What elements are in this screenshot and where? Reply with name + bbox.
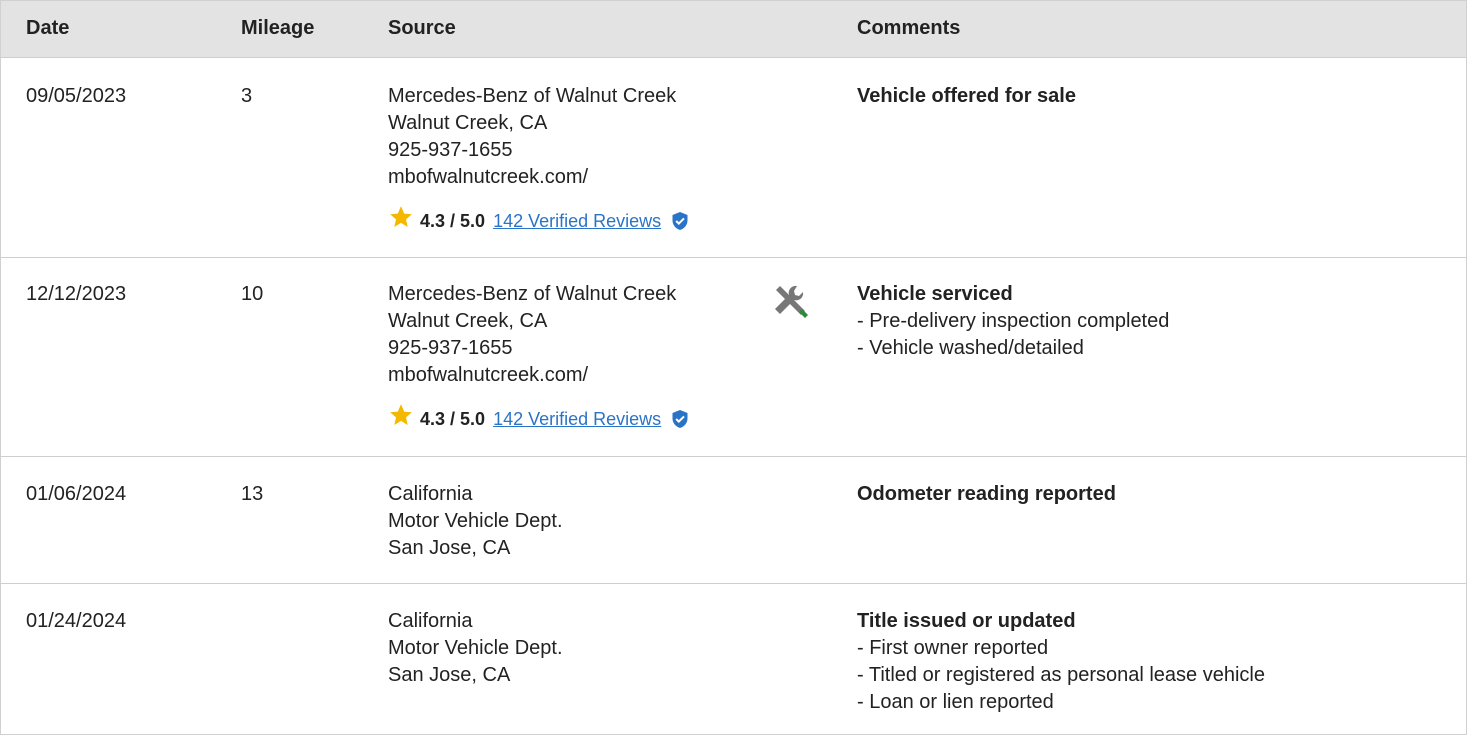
dealer-rating: 4.3 / 5.0 142 Verified Reviews	[388, 204, 689, 238]
row-date: 01/06/2024	[26, 483, 127, 505]
comment-title: Title issued or updated	[857, 610, 1076, 632]
vehicle-history-table: Date Mileage Source Comments 09/05/2023 …	[0, 0, 1467, 735]
comment-title: Vehicle serviced	[857, 283, 1013, 305]
row-source: California Motor Vehicle Dept. San Jose,…	[388, 481, 563, 562]
row-date: 12/12/2023	[26, 283, 127, 305]
source-department: Motor Vehicle Dept.	[388, 637, 563, 659]
star-icon	[388, 204, 414, 238]
header-source: Source	[388, 17, 456, 39]
source-phone: 925-937-1655	[388, 139, 513, 161]
source-location: San Jose, CA	[388, 664, 511, 686]
table-row: 12/12/2023 10 Mercedes-Benz of Walnut Cr…	[1, 258, 1466, 457]
row-source: Mercedes-Benz of Walnut Creek Walnut Cre…	[388, 83, 748, 233]
row-mileage: 10	[241, 283, 264, 305]
row-comments: Odometer reading reported	[857, 481, 1116, 508]
row-mileage: 13	[241, 483, 264, 505]
comment-item: - Pre-delivery inspection completed	[857, 310, 1170, 332]
header-date: Date	[26, 17, 70, 39]
star-icon	[388, 402, 414, 436]
source-name: California	[388, 610, 473, 632]
source-location: Walnut Creek, CA	[388, 112, 548, 134]
service-tools-icon	[771, 282, 813, 329]
comment-item: - Vehicle washed/detailed	[857, 337, 1084, 359]
dealer-rating: 4.3 / 5.0 142 Verified Reviews	[388, 402, 689, 436]
source-location: San Jose, CA	[388, 537, 511, 559]
comment-title: Odometer reading reported	[857, 483, 1116, 505]
comment-item: - Loan or lien reported	[857, 691, 1054, 713]
row-source: Mercedes-Benz of Walnut Creek Walnut Cre…	[388, 281, 748, 431]
row-date: 01/24/2024	[26, 610, 127, 632]
source-name: Mercedes-Benz of Walnut Creek	[388, 283, 677, 305]
row-source: California Motor Vehicle Dept. San Jose,…	[388, 608, 563, 689]
verified-reviews-link[interactable]: 142 Verified Reviews	[493, 208, 661, 235]
comment-item: - First owner reported	[857, 637, 1049, 659]
row-date: 09/05/2023	[26, 85, 127, 107]
row-comments: Vehicle offered for sale	[857, 83, 1076, 110]
verified-shield-icon	[671, 211, 689, 231]
table-row: 01/24/2024 California Motor Vehicle Dept…	[1, 584, 1466, 736]
source-location: Walnut Creek, CA	[388, 310, 548, 332]
table-row: 09/05/2023 3 Mercedes-Benz of Walnut Cre…	[1, 58, 1466, 258]
source-website: mbofwalnutcreek.com/	[388, 166, 589, 188]
source-name: Mercedes-Benz of Walnut Creek	[388, 85, 677, 107]
verified-reviews-link[interactable]: 142 Verified Reviews	[493, 406, 661, 433]
comment-title: Vehicle offered for sale	[857, 85, 1076, 107]
source-department: Motor Vehicle Dept.	[388, 510, 563, 532]
source-website: mbofwalnutcreek.com/	[388, 364, 589, 386]
comment-item: - Titled or registered as personal lease…	[857, 664, 1265, 686]
source-phone: 925-937-1655	[388, 337, 513, 359]
header-comments: Comments	[857, 17, 961, 39]
row-mileage: 3	[241, 85, 253, 107]
table-header: Date Mileage Source Comments	[1, 1, 1466, 58]
verified-shield-icon	[671, 409, 689, 429]
row-comments: Vehicle serviced - Pre-delivery inspecti…	[857, 281, 1169, 362]
rating-score: 4.3 / 5.0	[420, 408, 486, 429]
table-row: 01/06/2024 13 California Motor Vehicle D…	[1, 457, 1466, 584]
row-comments: Title issued or updated - First owner re…	[857, 608, 1265, 716]
rating-score: 4.3 / 5.0	[420, 210, 486, 231]
source-name: California	[388, 483, 473, 505]
header-mileage: Mileage	[241, 17, 315, 39]
